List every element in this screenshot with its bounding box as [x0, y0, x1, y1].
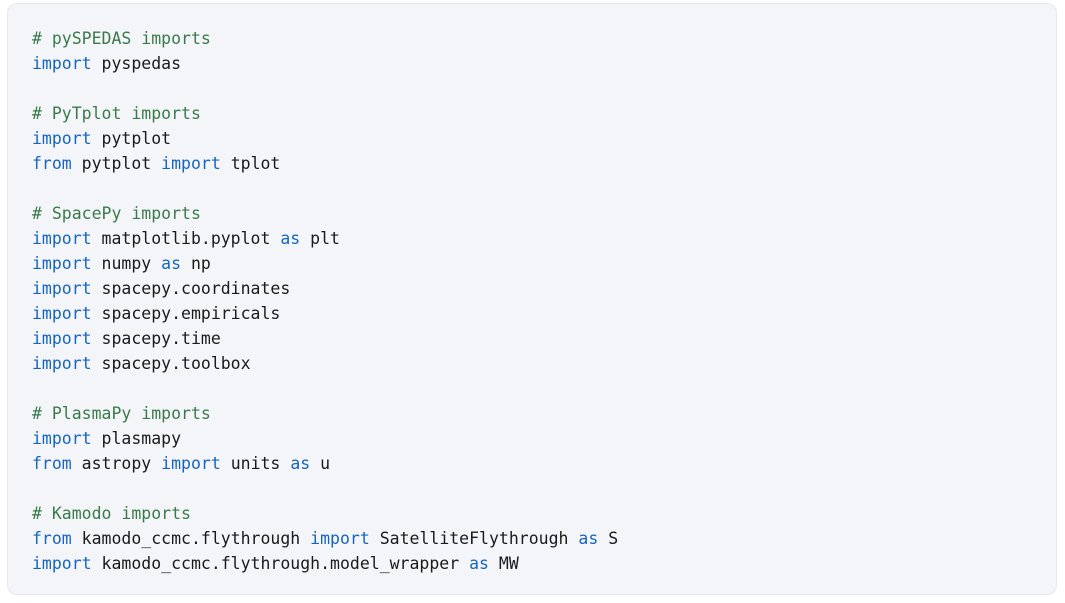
code-line: import kamodo_ccmc.flythrough.model_wrap… [32, 551, 1056, 576]
code-line: import spacepy.time [32, 326, 1056, 351]
code-token-keyword: import [161, 454, 221, 473]
code-line: # Kamodo imports [32, 501, 1056, 526]
code-line: import numpy as np [32, 251, 1056, 276]
code-token-keyword: import [32, 354, 92, 373]
code-line: # SpacePy imports [32, 201, 1056, 226]
code-token-keyword: import [32, 429, 92, 448]
code-token-comment: # Kamodo imports [32, 504, 191, 523]
code-line: import spacepy.coordinates [32, 276, 1056, 301]
code-token-keyword: as [469, 554, 489, 573]
code-token-plain: kamodo_ccmc.flythrough.model_wrapper [91, 554, 470, 573]
code-token-keyword: from [32, 154, 72, 173]
code-token-plain: spacepy.coordinates [91, 279, 291, 298]
code-token-plain: np [181, 254, 211, 273]
code-token-plain: spacepy.time [91, 329, 221, 348]
code-token-plain: SatelliteFlythrough [369, 529, 579, 548]
code-token-keyword: import [32, 254, 92, 273]
code-line: # pySPEDAS imports [32, 26, 1056, 51]
code-token-plain: spacepy.empiricals [91, 304, 281, 323]
code-line: import spacepy.toolbox [32, 351, 1056, 376]
code-token-keyword: import [32, 329, 92, 348]
code-token-comment: # SpacePy imports [32, 204, 201, 223]
code-token-keyword: import [161, 154, 221, 173]
code-block-card: # pySPEDAS imports import pyspedas # PyTp… [7, 3, 1057, 595]
code-token-comment: # PlasmaPy imports [32, 404, 211, 423]
code-token-keyword: as [280, 229, 301, 248]
code-line: import spacepy.empiricals [32, 301, 1056, 326]
code-token-keyword: import [32, 279, 92, 298]
code-token-keyword: from [32, 454, 72, 473]
code-token-keyword: import [32, 54, 92, 73]
code-line: # PyTplot imports [32, 101, 1056, 126]
code-token-plain: tplot [220, 154, 281, 173]
code-token-keyword: import [32, 129, 92, 148]
code-line: # PlasmaPy imports [32, 401, 1056, 426]
code-token-keyword: from [32, 529, 72, 548]
code-token-plain: pytplot [71, 154, 162, 173]
code-token-plain: plasmapy [91, 429, 182, 448]
code-token-keyword: import [32, 229, 92, 248]
code-token-keyword: import [310, 529, 370, 548]
code-token-plain: pytplot [91, 129, 172, 148]
code-token-plain: matplotlib.pyplot [91, 229, 281, 248]
code-token-comment: # pySPEDAS imports [32, 29, 211, 48]
code-line: from kamodo_ccmc.flythrough import Satel… [32, 526, 1056, 551]
code-token-plain: MW [488, 554, 519, 573]
code-token-plain: numpy [91, 254, 162, 273]
code-token-plain: spacepy.toolbox [91, 354, 251, 373]
code-line: import matplotlib.pyplot as plt [32, 226, 1056, 251]
code-token-plain: plt [300, 229, 340, 248]
code-token-keyword: import [32, 304, 92, 323]
code-token-keyword: as [290, 454, 311, 473]
code-token-plain: astropy [71, 454, 162, 473]
code-token-plain: units [220, 454, 291, 473]
code-line: import plasmapy [32, 426, 1056, 451]
code-token-plain: u [310, 454, 331, 473]
code-token-plain: kamodo_ccmc.flythrough [71, 529, 311, 548]
code-token-keyword: as [161, 254, 182, 273]
code-token-keyword: import [32, 554, 92, 573]
code-token-plain: pyspedas [91, 54, 182, 73]
code-line: import pytplot [32, 126, 1056, 151]
code-token-keyword: as [578, 529, 599, 548]
code-line: import pyspedas [32, 51, 1056, 76]
code-token-plain: S [598, 529, 619, 548]
python-code-block[interactable]: # pySPEDAS imports import pyspedas # PyTp… [8, 4, 1056, 576]
code-line: from pytplot import tplot [32, 151, 1056, 176]
code-line: from astropy import units as u [32, 451, 1056, 476]
code-token-comment: # PyTplot imports [32, 104, 201, 123]
